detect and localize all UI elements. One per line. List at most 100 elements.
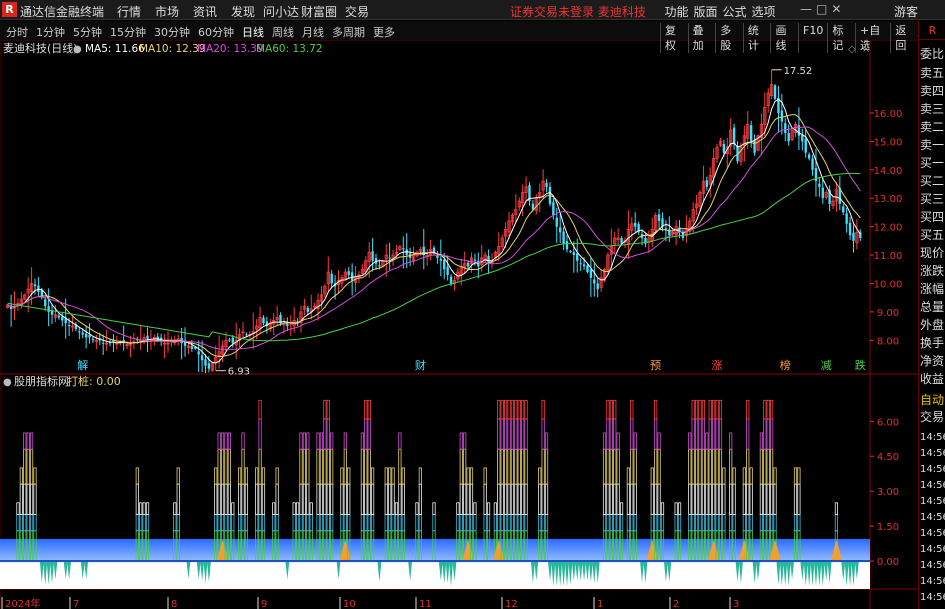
indicator-bar bbox=[718, 448, 723, 485]
indicator-bar bbox=[654, 448, 658, 485]
tab-60min[interactable]: 60分钟 bbox=[194, 24, 238, 40]
moving-average-lines bbox=[7, 98, 861, 364]
settings-icon[interactable]: ● bbox=[73, 44, 82, 55]
panel-header[interactable]: R bbox=[919, 21, 945, 40]
indicator-bar bbox=[701, 483, 706, 515]
label-bid4: 买四 bbox=[920, 210, 945, 224]
indicator-bar bbox=[384, 483, 388, 515]
indicator-bar bbox=[517, 483, 521, 515]
indicator-bar bbox=[463, 514, 467, 532]
indicator-bar bbox=[602, 448, 607, 485]
indicator-bar bbox=[483, 483, 487, 515]
indicator-bar bbox=[630, 514, 634, 532]
menu-layout[interactable]: 版面 bbox=[691, 3, 720, 20]
candle-body bbox=[81, 332, 84, 335]
indicator-bar bbox=[244, 467, 249, 485]
indicator-bar bbox=[33, 483, 37, 515]
candle-body bbox=[582, 264, 586, 267]
indicator-tick-label: 4.50 bbox=[877, 452, 899, 463]
menu-trade[interactable]: 交易 bbox=[338, 3, 376, 20]
indicator-settings-icon[interactable]: ● bbox=[3, 377, 12, 388]
tab-monthly[interactable]: 月线 bbox=[298, 24, 328, 40]
indicator-bar bbox=[23, 432, 27, 450]
tick-time: 14:56 bbox=[920, 592, 945, 603]
ma10-line bbox=[7, 114, 861, 357]
indicator-bar bbox=[343, 432, 347, 450]
tab-intraday[interactable]: 分时 bbox=[2, 24, 32, 40]
price-tick-label: 9.00 bbox=[877, 308, 899, 319]
indicator-bar bbox=[538, 514, 542, 532]
indicator-bar bbox=[456, 502, 460, 515]
close-icon[interactable]: ✕ bbox=[831, 2, 841, 16]
guest-account[interactable]: 游客 bbox=[894, 3, 918, 20]
tab-daily[interactable]: 日线 bbox=[238, 24, 268, 40]
indicator-bar bbox=[258, 514, 262, 532]
indicator-bar bbox=[486, 514, 491, 532]
minimize-icon[interactable]: — bbox=[800, 2, 812, 16]
indicator-bar bbox=[507, 448, 511, 485]
indicator-bar bbox=[340, 514, 344, 532]
indicator-bar bbox=[323, 448, 327, 485]
menu-quotes[interactable]: 行情 bbox=[110, 3, 148, 20]
indicator-bar bbox=[459, 432, 463, 450]
indicator-bar bbox=[770, 399, 774, 420]
label-ask5: 卖五 bbox=[920, 66, 945, 80]
indicator-bar bbox=[330, 514, 334, 532]
indicator-bar bbox=[343, 514, 347, 532]
tab-5min[interactable]: 5分钟 bbox=[69, 24, 106, 40]
candle-body bbox=[562, 231, 565, 244]
price-tick-label: 12.00 bbox=[874, 223, 903, 234]
label-auto[interactable]: 自动 bbox=[920, 393, 945, 408]
tab-30min[interactable]: 30分钟 bbox=[150, 24, 194, 40]
ma60-line bbox=[7, 172, 861, 342]
indicator-bar bbox=[609, 514, 613, 532]
menu-wealth[interactable]: 财富圈 bbox=[300, 3, 338, 20]
indicator-bar bbox=[729, 432, 733, 450]
label-bid5: 买五 bbox=[920, 228, 945, 242]
price-tick-label: 13.00 bbox=[874, 194, 903, 205]
indicator-bar bbox=[606, 399, 610, 420]
indicator-bar bbox=[500, 418, 504, 450]
indicator-bar bbox=[677, 502, 682, 515]
indicator-bar bbox=[524, 514, 528, 532]
indicator-bar bbox=[773, 483, 777, 515]
tick-time: 14:56 bbox=[920, 480, 945, 491]
indicator-bar bbox=[606, 483, 610, 515]
indicator-bar bbox=[227, 514, 231, 532]
indicator-bar bbox=[701, 399, 706, 420]
date-label: 1 bbox=[597, 599, 603, 609]
diamond-icon[interactable]: ◇ bbox=[848, 44, 856, 55]
maximize-icon[interactable]: □ bbox=[816, 2, 827, 16]
tab-15min[interactable]: 15分钟 bbox=[106, 24, 150, 40]
indicator-bar bbox=[797, 467, 801, 485]
menu-options[interactable]: 选项 bbox=[749, 3, 778, 20]
tab-more[interactable]: 更多 bbox=[369, 24, 399, 40]
menu-function[interactable]: 功能 bbox=[662, 3, 691, 20]
indicator-bar bbox=[718, 483, 723, 515]
event-marker: 预 bbox=[650, 359, 661, 372]
kline-chart[interactable]: 17.526.93 8.009.0010.0011.0012.0013.0014… bbox=[0, 41, 918, 609]
indicator-bar bbox=[388, 467, 392, 485]
indicator-bar bbox=[770, 514, 774, 532]
menu-ask[interactable]: 问小达 bbox=[262, 3, 300, 20]
indicator-bar bbox=[302, 432, 306, 450]
timeframe-tabs: 分时 1分钟 5分钟 15分钟 30分钟 60分钟 日线 周线 月线 多周期 更… bbox=[2, 24, 399, 40]
close-chart-icon[interactable]: × bbox=[862, 44, 870, 55]
indicator-bar bbox=[323, 514, 327, 532]
menu-news[interactable]: 资讯 bbox=[186, 3, 224, 20]
indicator-bar bbox=[299, 432, 303, 450]
indicator-bar bbox=[255, 483, 259, 515]
login-notice[interactable]: 证券交易未登录 麦迪科技 bbox=[510, 3, 646, 20]
indicator-bar bbox=[493, 514, 497, 532]
indicator-bar bbox=[544, 483, 549, 515]
menu-formula[interactable]: 公式 bbox=[720, 3, 749, 20]
tab-weekly[interactable]: 周线 bbox=[268, 24, 298, 40]
indicator-bar bbox=[432, 514, 436, 532]
tab-multi-period[interactable]: 多周期 bbox=[328, 24, 369, 40]
tab-1min[interactable]: 1分钟 bbox=[32, 24, 69, 40]
menu-discover[interactable]: 发现 bbox=[224, 3, 262, 20]
menu-market[interactable]: 市场 bbox=[148, 3, 186, 20]
date-label: 3 bbox=[733, 599, 739, 609]
indicator-bar bbox=[657, 514, 661, 532]
label-trade[interactable]: 交易 bbox=[920, 410, 945, 425]
